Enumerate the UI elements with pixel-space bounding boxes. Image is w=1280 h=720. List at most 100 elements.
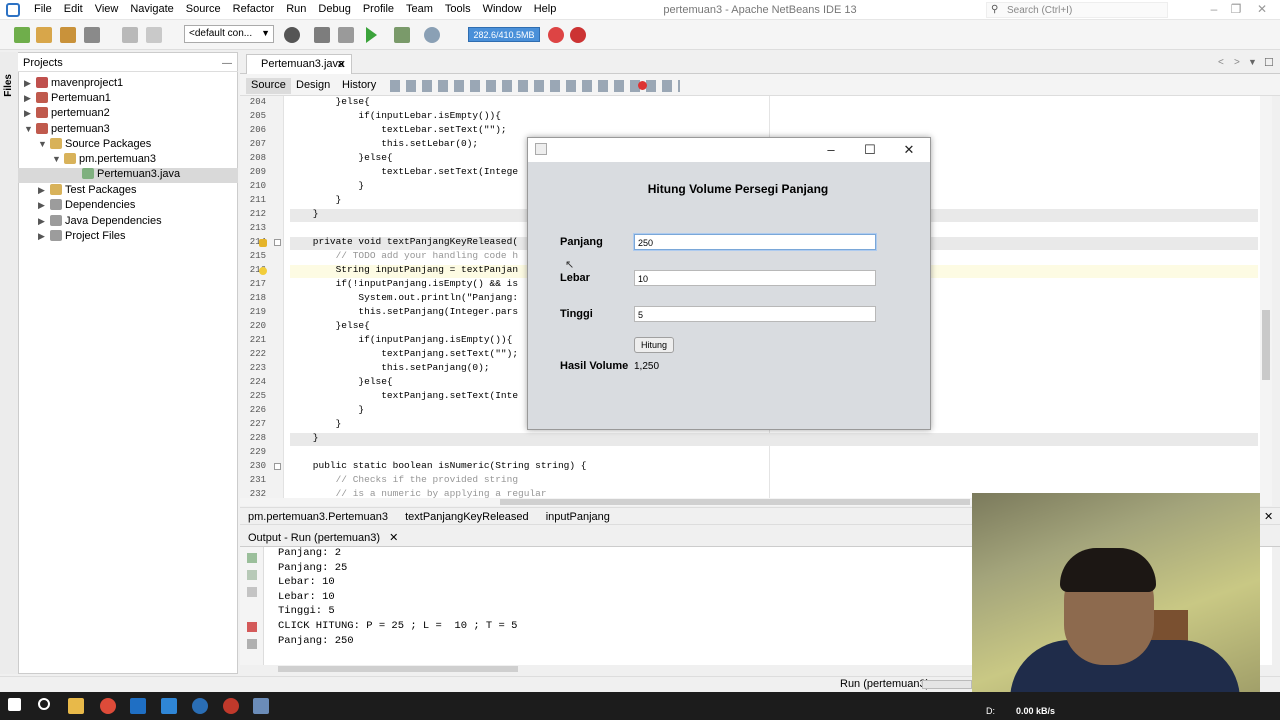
code-line[interactable]: this.setPanjang(Integer.pars [290,306,518,317]
globe-icon[interactable] [284,27,300,43]
code-line[interactable]: System.out.println("Panjang: [290,292,518,303]
code-line[interactable]: if(inputLebar.isEmpty()){ [290,110,501,121]
code-line[interactable]: private void textPanjangKeyReleased( [290,236,518,247]
tree-item-pertemuan3-java[interactable]: Pertemuan3.java [18,168,238,183]
rerun-params-icon[interactable] [247,570,257,580]
minimize-icon[interactable]: – [1204,2,1224,18]
code-line[interactable]: }else{ [290,152,392,163]
code-line[interactable]: } [290,432,319,443]
dialog-minimize-icon[interactable]: – [821,142,841,158]
clean-build-icon[interactable] [338,27,354,43]
tab-history[interactable]: History [337,78,381,94]
fold-icon[interactable] [274,239,281,246]
search-taskbar-icon[interactable] [38,698,50,710]
tree-item-pertemuan2[interactable]: ▶ pertemuan2 [24,107,110,122]
menu-edit[interactable]: Edit [58,0,89,20]
close-tab-icon[interactable]: ✕ [337,58,346,71]
menu-help[interactable]: Help [528,0,563,20]
run-icon[interactable] [366,27,377,43]
close-icon[interactable]: ✕ [1252,2,1272,18]
gc-icon[interactable] [548,27,564,43]
undo-icon[interactable] [122,27,138,43]
redo-icon[interactable] [146,27,162,43]
hitung-button[interactable]: Hitung [634,337,674,353]
app-icon[interactable] [192,698,208,714]
menu-profile[interactable]: Profile [357,0,400,20]
projects-tab[interactable]: Projects [18,53,68,71]
breadcrumb-method[interactable]: textPanjangKeyReleased [405,511,529,523]
open-project-icon[interactable] [60,27,76,43]
recorder-icon[interactable] [223,698,239,714]
code-line[interactable]: } [290,180,364,191]
clear-output-icon[interactable] [247,622,257,632]
profile-icon[interactable] [424,27,440,43]
netbeans-taskbar-icon[interactable] [253,698,269,714]
code-line[interactable]: textLebar.setText(Intege [290,166,518,177]
tab-output-run[interactable]: Output - Run (pertemuan3) ✕ [242,529,404,547]
editor-tools-icon-group[interactable] [390,80,680,92]
rerun-icon[interactable] [247,553,257,563]
tree-item-mavenproject1[interactable]: ▶ mavenproject1 [24,77,123,92]
menu-team[interactable]: Team [400,0,439,20]
minimize-panel-icon[interactable]: — [222,58,232,69]
output-settings-icon[interactable] [247,639,257,649]
file-explorer-icon[interactable] [68,698,84,714]
menu-file[interactable]: File [28,0,58,20]
dialog-close-icon[interactable]: ✕ [899,142,919,158]
menu-navigate[interactable]: Navigate [124,0,179,20]
configuration-select[interactable]: <default con... ▼ [184,25,274,43]
tree-item-project-files[interactable]: ▶ Project Files [38,230,126,245]
search-input[interactable]: ⚲ Search (Ctrl+I) [986,2,1168,18]
tree-item-dependencies[interactable]: ▶ Dependencies [38,199,135,214]
save-all-icon[interactable] [84,27,100,43]
close-panel-icon[interactable]: ✕ [1264,510,1273,523]
memory-meter[interactable]: 282.6/410.5MB [468,27,540,42]
stop-macro-icon[interactable] [638,81,647,90]
tinggi-input[interactable]: 5 [634,306,876,322]
menu-source[interactable]: Source [180,0,227,20]
tree-item-package[interactable]: ▼ pm.pertemuan3 [52,153,156,168]
tab-source[interactable]: Source [246,78,291,94]
tree-item-pertemuan3[interactable]: ▼ pertemuan3 [24,123,110,138]
run-status-label[interactable]: Run (pertemuan3) [840,678,929,690]
code-line[interactable]: } [290,194,342,205]
outlook-icon[interactable] [130,698,146,714]
code-line[interactable]: if(inputPanjang.isEmpty()){ [290,334,512,345]
code-line[interactable]: } [290,404,364,415]
menu-window[interactable]: Window [477,0,528,20]
code-line[interactable]: }else{ [290,320,370,331]
build-hammer-icon[interactable] [314,27,330,43]
tree-item-java-dependencies[interactable]: ▶ Java Dependencies [38,215,162,230]
chrome-icon[interactable] [100,698,116,714]
hint-bulb-icon[interactable] [259,267,267,275]
debug-icon[interactable] [394,27,410,43]
files-tab[interactable]: Files [3,74,14,97]
restore-icon[interactable]: ❐ [1226,2,1246,18]
menu-refactor[interactable]: Refactor [227,0,281,20]
menu-run[interactable]: Run [280,0,312,20]
code-line[interactable]: String inputPanjang = textPanjan [290,264,518,275]
code-line[interactable]: textPanjang.setText(""); [290,348,518,359]
editor-hscroll-thumb[interactable] [500,499,970,505]
new-project-icon[interactable] [36,27,52,43]
code-line[interactable]: public static boolean isNumeric(String s… [290,460,587,471]
dialog-maximize-icon[interactable]: ☐ [860,142,880,158]
panjang-input[interactable]: 250 [634,234,876,250]
maximize-editor-icon[interactable]: ☐ [1264,56,1274,69]
code-line[interactable]: } [290,418,342,429]
menu-debug[interactable]: Debug [312,0,356,20]
code-line[interactable]: this.setLebar(0); [290,138,478,149]
windows-start-icon[interactable] [8,698,21,711]
stop-icon[interactable] [247,587,257,597]
menu-view[interactable]: View [89,0,125,20]
breadcrumb-variable[interactable]: inputPanjang [546,511,610,523]
new-file-icon[interactable] [14,27,30,43]
tree-item-pertemuan1[interactable]: ▶ Pertemuan1 [24,92,111,107]
tree-item-test-packages[interactable]: ▶ Test Packages [38,184,137,199]
code-line[interactable]: } [290,208,319,219]
code-line[interactable]: }else{ [290,376,392,387]
tree-item-source-packages[interactable]: ▼ Source Packages [38,138,151,153]
tab-list-icon[interactable]: ▼ [1248,57,1257,67]
code-line[interactable]: // TODO add your handling code h [290,250,518,261]
fold-icon[interactable] [274,463,281,470]
